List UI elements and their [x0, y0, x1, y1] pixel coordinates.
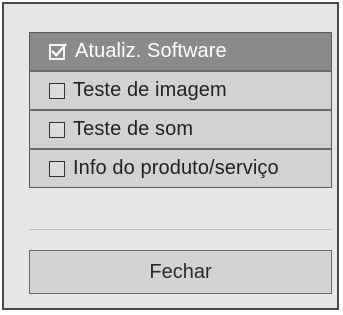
- menu-item-sound-test[interactable]: Teste de som: [30, 109, 331, 148]
- menu-item-product-service-info[interactable]: Info do produto/serviço: [30, 148, 331, 187]
- checked-box-icon: [49, 43, 67, 60]
- menu-item-label: Atualiz. Software: [75, 40, 227, 62]
- checkbox-icon: [49, 121, 65, 138]
- menu-item-picture-test[interactable]: Teste de imagem: [30, 70, 331, 109]
- checkbox-icon: [49, 160, 65, 177]
- menu-item-label: Teste de imagem: [73, 79, 227, 101]
- divider: [29, 229, 332, 230]
- menu-item-label: Teste de som: [73, 118, 194, 140]
- support-dialog: Atualiz. Software Teste de imagem Teste …: [2, 2, 339, 310]
- checkbox-icon: [49, 82, 65, 99]
- support-menu: Atualiz. Software Teste de imagem Teste …: [29, 32, 332, 188]
- menu-item-label: Info do produto/serviço: [73, 157, 279, 179]
- menu-item-software-update[interactable]: Atualiz. Software: [30, 33, 331, 70]
- close-button[interactable]: Fechar: [29, 250, 332, 294]
